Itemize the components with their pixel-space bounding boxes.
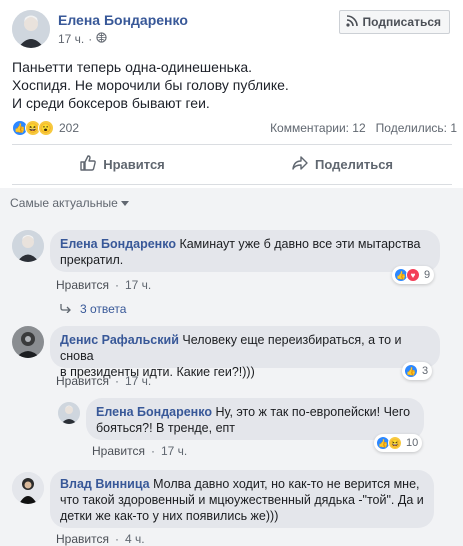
comment-text: детки же как-то у них появились же))): [60, 509, 279, 523]
comment-bubble: Елена Бондаренко Каминаут уже б давно вс…: [50, 230, 440, 272]
author-avatar[interactable]: [12, 10, 50, 48]
sort-label: Самые актуальные: [10, 196, 118, 210]
reply-bubble: Елена Бондаренко Ну, это ж так по-европе…: [86, 398, 424, 440]
post-text-line: Паньетти теперь одна-одинешенька.: [12, 59, 253, 75]
subscribe-label: Подписаться: [362, 15, 441, 29]
comments-section: Самые актуальные Елена Бондаренко Камина…: [0, 188, 463, 546]
share-arrow-icon: [291, 154, 309, 175]
comment-reactions[interactable]: 👍 ♥ 9: [392, 266, 435, 284]
share-label: Поделиться: [314, 156, 394, 172]
post-header: Елена Бондаренко 17 ч. · Подписаться: [12, 10, 452, 50]
comment-reactions[interactable]: 👍 😆 10: [374, 434, 423, 452]
comment-like-link[interactable]: Нравится: [92, 444, 145, 458]
comment-time[interactable]: 4 ч.: [125, 532, 145, 546]
post-author-name[interactable]: Елена Бондаренко: [58, 12, 188, 28]
comment-like-link[interactable]: Нравится: [56, 532, 109, 546]
commenter-avatar[interactable]: [12, 326, 44, 358]
subscribe-button[interactable]: Подписаться: [338, 10, 450, 34]
commenter-avatar[interactable]: [12, 230, 44, 262]
rss-icon: [345, 14, 358, 30]
comment-meta: Нравится · 17 ч.: [56, 374, 151, 388]
reaction-summary[interactable]: 👍 😆 😮: [12, 120, 54, 136]
comment-meta: Нравится · 17 ч.: [92, 444, 187, 458]
comment-reactions[interactable]: 👍 3: [402, 362, 433, 380]
view-replies-link[interactable]: 3 ответа: [60, 302, 126, 316]
divider: [12, 144, 452, 145]
reactions-count[interactable]: 202: [59, 121, 79, 135]
like-button[interactable]: Нравится: [12, 148, 232, 180]
commenter-avatar[interactable]: [12, 472, 44, 504]
reaction-count: 3: [422, 365, 429, 377]
replies-label: 3 ответа: [80, 302, 127, 316]
heart-reaction-icon: ♥: [406, 268, 420, 282]
comment-text: Каминаут уже б давно все эти мытарства: [179, 237, 421, 251]
reply-arrow-icon: [60, 302, 72, 316]
comment-text: бояться?! В тренде, епт: [96, 421, 236, 435]
comment-text: Ну, это ж так по-европейски! Чего: [215, 405, 411, 419]
dot-separator: ·: [88, 32, 93, 46]
comment-author[interactable]: Елена Бондаренко: [96, 405, 212, 419]
comment-like-link[interactable]: Нравится: [56, 374, 109, 388]
comment-bubble: Денис Рафальский Человеку еще переизбира…: [50, 326, 440, 379]
comment-author[interactable]: Влад Винница: [60, 477, 150, 491]
shares-count[interactable]: Поделились: 1: [376, 121, 457, 135]
comment-time[interactable]: 17 ч.: [125, 374, 151, 388]
post-meta: 17 ч. ·: [58, 32, 107, 46]
like-label: Нравится: [103, 156, 165, 172]
post-text-line: Хоспидя. Не морочили бы голову публике.: [12, 77, 289, 93]
divider: [12, 184, 452, 185]
post-time[interactable]: 17 ч.: [58, 32, 84, 46]
post-text-line: И среди боксеров бывают геи.: [12, 95, 210, 111]
reaction-count: 9: [424, 269, 431, 281]
like-reaction-icon: 👍: [404, 364, 418, 378]
dot-separator: ·: [114, 278, 119, 292]
comment-text: прекратил.: [60, 253, 124, 267]
dot-separator: ·: [150, 444, 155, 458]
comment-meta: Нравится · 17 ч.: [56, 278, 151, 292]
comment-time[interactable]: 17 ч.: [125, 278, 151, 292]
caret-down-icon: [120, 196, 129, 210]
dot-separator: ·: [114, 374, 119, 388]
comments-count[interactable]: Комментарии: 12: [270, 121, 366, 135]
comment-author[interactable]: Денис Рафальский: [60, 333, 179, 347]
reaction-count: 10: [406, 437, 419, 449]
commenter-avatar[interactable]: [58, 402, 80, 424]
share-button[interactable]: Поделиться: [232, 148, 452, 180]
comment-time[interactable]: 17 ч.: [161, 444, 187, 458]
post-text: Паньетти теперь одна-одинешенька. Хоспид…: [12, 58, 452, 112]
haha-reaction-icon: 😆: [388, 436, 402, 450]
comment-bubble: Влад Винница Молва давно ходит, но как-т…: [50, 470, 434, 528]
globe-icon: [96, 32, 107, 46]
post-stats: 👍 😆 😮 202 Комментарии: 12 Поделились: 1: [12, 118, 457, 138]
comment-text: что такой здоровенный и мцюужественный д…: [60, 493, 424, 507]
comment-author[interactable]: Елена Бондаренко: [60, 237, 176, 251]
dot-separator: ·: [114, 532, 119, 546]
thumbs-up-icon: [79, 154, 97, 175]
wow-reaction-icon: 😮: [38, 120, 54, 136]
post-action-bar: Нравится Поделиться: [12, 148, 452, 180]
comment-text: Молва давно ходит, но как-то не верится …: [153, 477, 420, 491]
comment-like-link[interactable]: Нравится: [56, 278, 109, 292]
comment-meta: Нравится · 4 ч.: [56, 532, 145, 546]
comment-sort-selector[interactable]: Самые актуальные: [10, 196, 129, 210]
